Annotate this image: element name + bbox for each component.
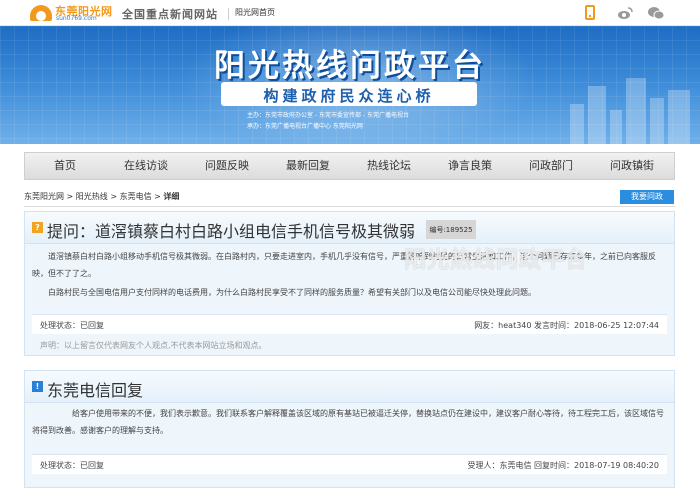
reply-meta: 受理人：东莞电信 回复时间：2018-07-19 08:40:20 bbox=[467, 461, 659, 470]
question-id: 编号:189525 bbox=[426, 220, 476, 239]
question-status-bar: 处理状态：已回复 网友：heat340 发言时间：2018-06-25 12:0… bbox=[32, 314, 667, 334]
logo-domain: sun0769.com bbox=[56, 15, 97, 22]
banner-organizer: 主办：东莞市政府办公室 - 东莞市委宣传部 - 东莞广播电视台 bbox=[247, 112, 409, 119]
site-logo[interactable]: 东莞阳光网 sun0769.com bbox=[30, 3, 112, 23]
question-title: 提问：道滘镇蔡白村白路小组电信手机信号极其微弱 bbox=[47, 222, 416, 241]
mobile-icon[interactable] bbox=[585, 5, 595, 20]
banner-sponsor: 承办：东莞广播电视台广播中心 东莞阳光网 bbox=[247, 123, 363, 130]
question-status: 处理状态：已回复 bbox=[40, 321, 104, 330]
nav-item-interviews[interactable]: 在线访谈 bbox=[106, 153, 186, 179]
nav-item-departments[interactable]: 问政部门 bbox=[511, 153, 591, 179]
question-header: ? 提问：道滘镇蔡白村白路小组电信手机信号极其微弱 编号:189525 bbox=[25, 212, 674, 244]
site-slogan: 全国重点新闻网站 bbox=[122, 8, 218, 21]
sun-logo-icon bbox=[30, 5, 52, 21]
breadcrumb-path[interactable]: 东莞阳光网 > 阳光热线 > 东莞电信 > bbox=[24, 192, 163, 201]
reply-status: 处理状态：已回复 bbox=[40, 461, 104, 470]
info-icon: ! bbox=[32, 381, 43, 392]
question-body-2: 白路村民与全国电信用户支付同样的电话费用，为什么白路村民享受不了同样的服务质量？… bbox=[48, 288, 536, 297]
banner-title: 阳光热线问政平台 bbox=[214, 48, 486, 84]
question-panel: ? 提问：道滘镇蔡白村白路小组电信手机信号极其微弱 编号:189525 道滘镇蔡… bbox=[24, 211, 675, 356]
divider bbox=[228, 8, 229, 20]
nav-item-towns[interactable]: 问政镇街 bbox=[592, 153, 672, 179]
top-bar: 东莞阳光网 sun0769.com 全国重点新闻网站 阳光网首页 bbox=[0, 0, 700, 26]
weibo-icon[interactable] bbox=[617, 5, 633, 19]
reply-panel: ! 东莞电信回复 给客户使用带来的不便，我们表示歉意。我们联系客户解释覆盖该区域… bbox=[24, 370, 675, 488]
nav-item-forum[interactable]: 热线论坛 bbox=[349, 153, 429, 179]
reply-header: ! 东莞电信回复 bbox=[25, 371, 674, 403]
banner-subtitle-box: 构建政府民众连心桥 bbox=[221, 82, 477, 106]
nav-item-suggestions[interactable]: 诤言良策 bbox=[430, 153, 510, 179]
breadcrumb-current: 详细 bbox=[163, 192, 180, 201]
nav-item-latest-replies[interactable]: 最新回复 bbox=[268, 153, 348, 179]
reply-title: 东莞电信回复 bbox=[47, 381, 144, 400]
breadcrumb: 东莞阳光网 > 阳光热线 > 东莞电信 > 详细 bbox=[24, 191, 179, 202]
reply-body: 给客户使用带来的不便，我们表示歉意。我们联系客户解释覆盖该区域的原有基站已被逼迁… bbox=[32, 409, 664, 435]
question-mark-icon: ? bbox=[32, 222, 43, 233]
breadcrumb-divider bbox=[24, 206, 675, 207]
reply-status-bar: 处理状态：已回复 受理人：东莞电信 回复时间：2018-07-19 08:40:… bbox=[32, 454, 667, 474]
wechat-icon[interactable] bbox=[648, 5, 665, 20]
home-link[interactable]: 阳光网首页 bbox=[235, 7, 275, 18]
question-meta: 网友：heat340 发言时间：2018-06-25 12:07:44 bbox=[474, 321, 659, 330]
question-disclaimer: 声明：以上留言仅代表网友个人观点,不代表本网站立场和观点。 bbox=[40, 341, 267, 350]
main-nav: 首页 在线访谈 问题反映 最新回复 热线论坛 诤言良策 问政部门 问政镇街 bbox=[24, 152, 675, 180]
ask-question-button[interactable]: 我要问政 bbox=[620, 190, 674, 204]
banner: 阳光热线问政平台 构建政府民众连心桥 主办：东莞市政府办公室 - 东莞市委宣传部… bbox=[0, 26, 700, 144]
watermark: 阳光热线问政平台 bbox=[404, 248, 589, 273]
nav-item-issues[interactable]: 问题反映 bbox=[187, 153, 267, 179]
banner-subtitle: 构建政府民众连心桥 bbox=[263, 87, 435, 105]
nav-item-home[interactable]: 首页 bbox=[25, 153, 105, 179]
